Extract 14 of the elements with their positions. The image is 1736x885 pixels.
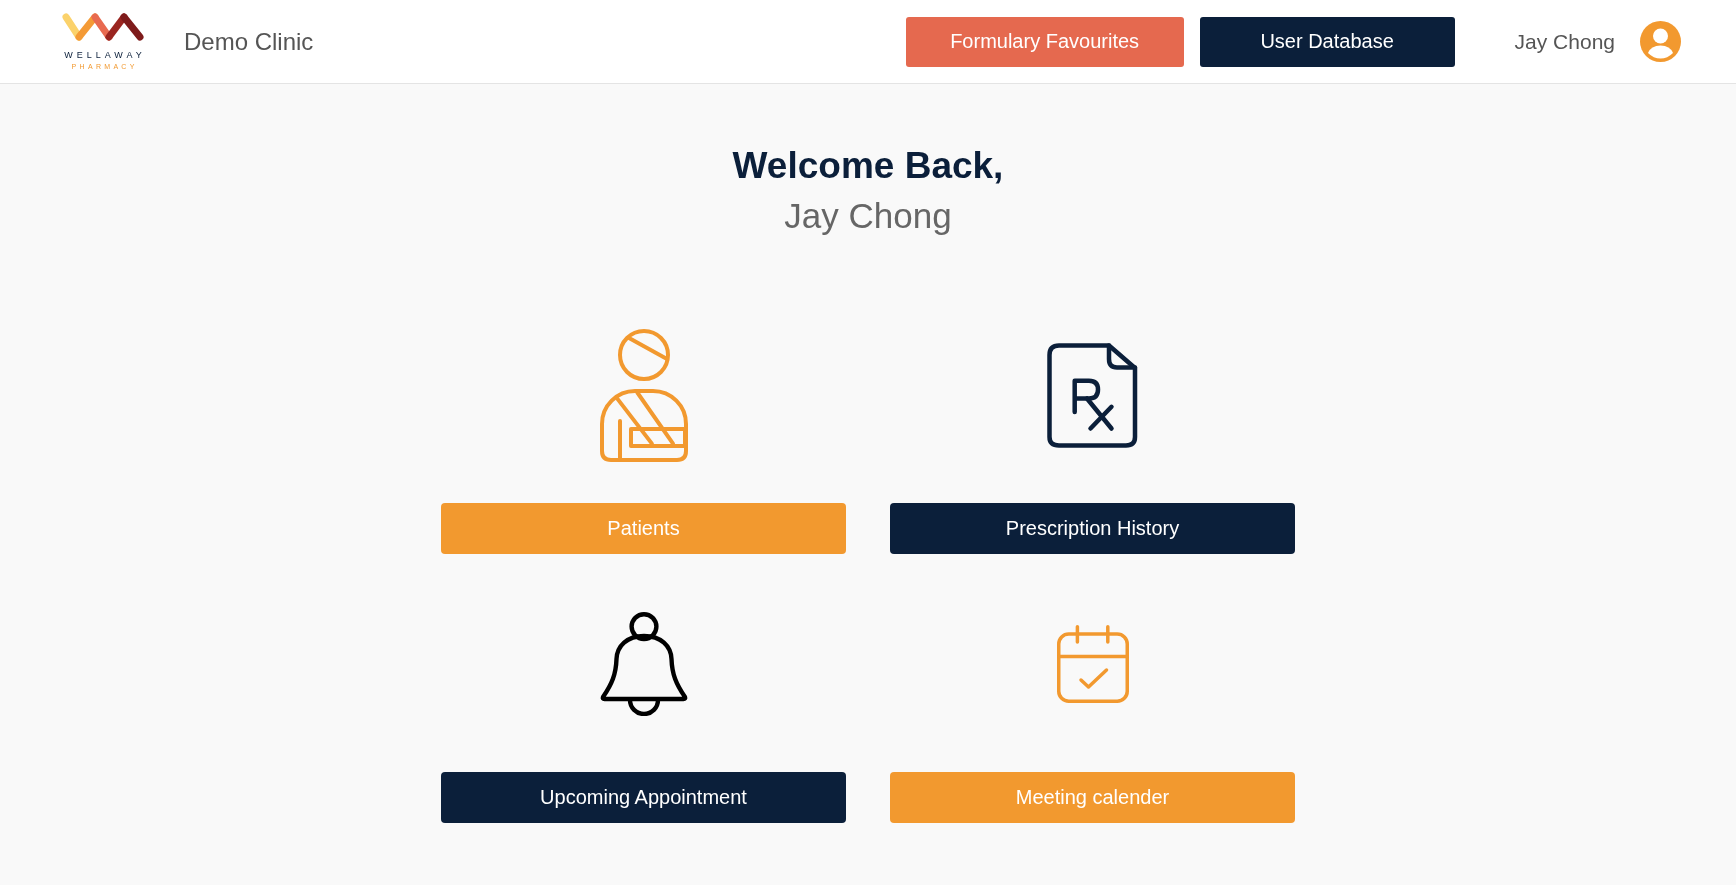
clinic-name: Demo Clinic: [184, 27, 314, 56]
bell-icon: [599, 612, 688, 716]
user-name: Jay Chong: [1514, 29, 1615, 54]
welcome-user-name: Jay Chong: [784, 195, 952, 237]
prescription-document-icon: [1047, 342, 1138, 448]
user-avatar-icon[interactable]: [1640, 21, 1681, 62]
logo-icon: [62, 12, 144, 41]
welcome-heading: Welcome Back,: [732, 144, 1004, 188]
person-with-arm-sling-icon: [599, 328, 688, 462]
header-button[interactable]: User Database: [1199, 16, 1455, 67]
tile-button[interactable]: Prescription History: [890, 503, 1295, 554]
brand-name: WELLAWAY: [64, 49, 146, 60]
calendar-check-icon: [1056, 625, 1129, 703]
tile-button[interactable]: Upcoming Appointment: [441, 772, 846, 823]
